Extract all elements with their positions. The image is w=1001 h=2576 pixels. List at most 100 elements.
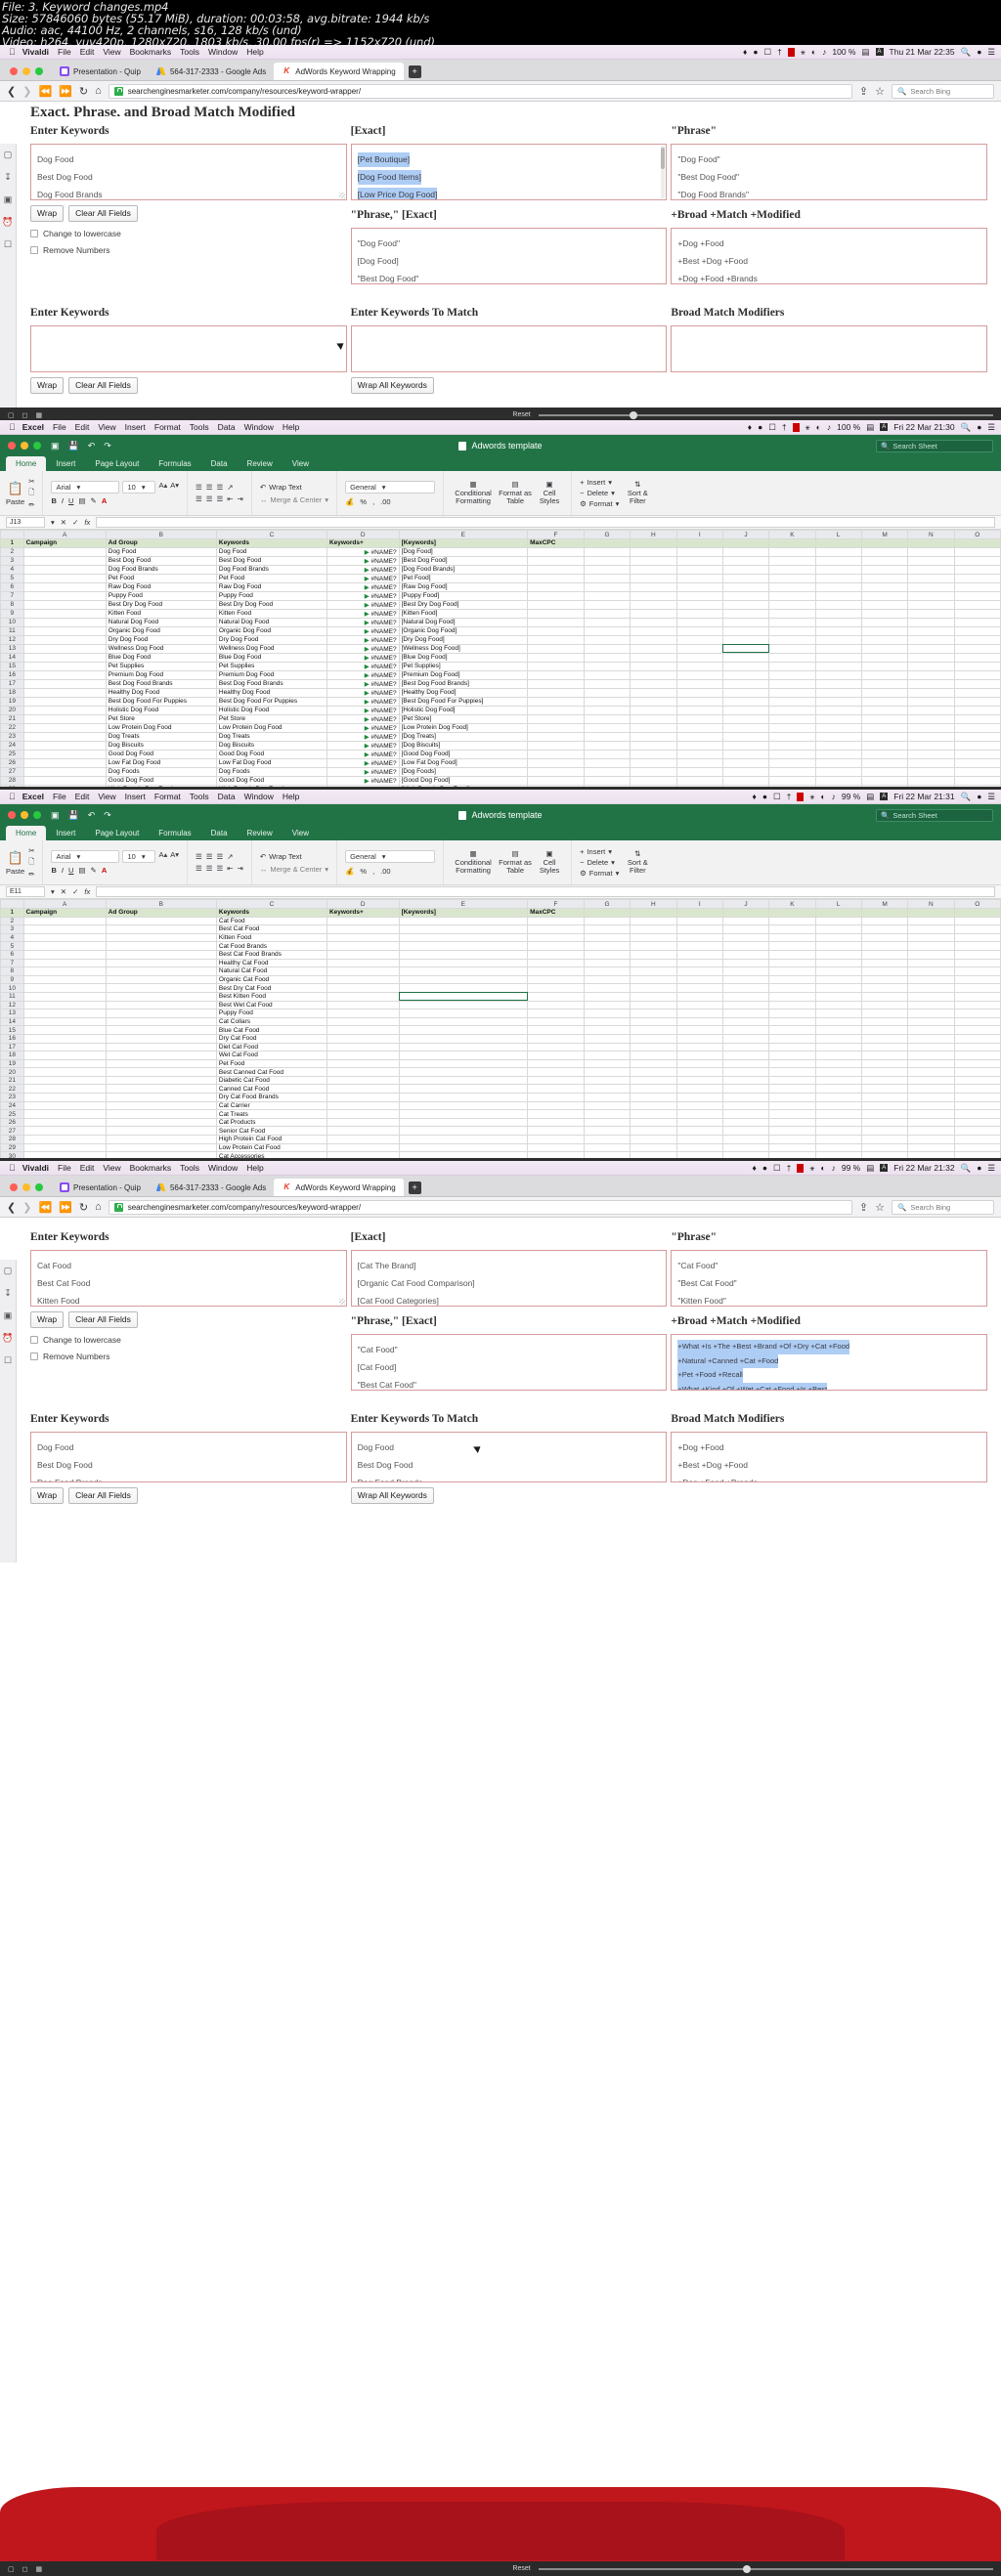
cell[interactable]	[527, 581, 585, 592]
cell[interactable]	[105, 1109, 217, 1119]
cell[interactable]	[22, 1135, 107, 1144]
cell[interactable]	[583, 1033, 631, 1044]
cell[interactable]: ▶ #NAME?	[326, 722, 400, 733]
cell[interactable]	[398, 991, 529, 1002]
cell[interactable]	[527, 991, 585, 1002]
cell[interactable]	[860, 932, 909, 943]
cell[interactable]	[768, 1025, 816, 1035]
cell[interactable]	[527, 678, 585, 689]
cell[interactable]	[907, 1051, 955, 1060]
cell[interactable]	[860, 608, 909, 619]
cell[interactable]	[326, 1033, 400, 1044]
comma-icon[interactable]: ,	[372, 497, 374, 506]
cell[interactable]	[630, 908, 677, 918]
cell[interactable]	[630, 634, 677, 645]
cell[interactable]	[860, 949, 909, 960]
clear-all-fields-button[interactable]: Clear All Fields	[68, 1311, 138, 1328]
insert-cells-icon[interactable]: +	[580, 847, 584, 856]
cell[interactable]: High Protein Cat Food	[215, 1135, 327, 1144]
cell[interactable]	[527, 916, 585, 926]
cell[interactable]	[22, 722, 107, 733]
cell[interactable]	[583, 932, 631, 943]
wrap-text-label[interactable]: Wrap Text	[269, 852, 302, 861]
cell[interactable]: Pet Store	[105, 713, 217, 724]
cell[interactable]	[398, 1067, 529, 1077]
reload-icon[interactable]: ↻	[79, 1201, 88, 1214]
cell[interactable]	[953, 722, 1001, 733]
cell[interactable]	[721, 687, 770, 698]
menu-view[interactable]: View	[103, 47, 120, 57]
cell[interactable]	[721, 766, 770, 777]
cell[interactable]	[953, 564, 1001, 575]
row-header[interactable]: 14	[0, 1016, 24, 1027]
cell[interactable]	[814, 749, 862, 759]
bell-icon[interactable]: ●	[762, 792, 767, 801]
cell[interactable]	[527, 740, 585, 751]
cell[interactable]: [Low Fat Dog Food]	[398, 757, 529, 768]
cell[interactable]	[675, 1067, 723, 1077]
cell[interactable]	[583, 599, 631, 610]
cell[interactable]	[398, 966, 529, 976]
cell[interactable]	[768, 1016, 816, 1027]
row-header[interactable]: 27	[0, 1126, 24, 1137]
cell[interactable]	[768, 696, 816, 707]
paste-icon[interactable]: 📋	[8, 850, 23, 866]
row-header[interactable]: 3	[0, 924, 24, 934]
cell[interactable]	[105, 974, 217, 985]
cell[interactable]	[814, 1051, 862, 1060]
cell[interactable]	[860, 617, 909, 627]
table-row[interactable]: 2 Dog Food Dog Food ▶ #NAME? [Dog Food]	[0, 546, 1001, 557]
battery-icon[interactable]: ▤	[866, 1163, 874, 1174]
cell[interactable]	[860, 1042, 909, 1052]
browser-toolbar[interactable]: ❮ ❯ ⏪ ⏩ ↻ ⌂ searchenginesmarketer.com/co…	[0, 1197, 1001, 1218]
cell[interactable]	[22, 608, 107, 619]
cell[interactable]	[398, 974, 529, 985]
cell[interactable]	[860, 1067, 909, 1077]
cell[interactable]	[675, 1126, 723, 1137]
textarea-scrollbar[interactable]	[661, 146, 666, 198]
cell[interactable]	[675, 766, 723, 777]
align-center-icon[interactable]: ☰	[206, 494, 213, 503]
cell[interactable]	[22, 1100, 107, 1111]
cell[interactable]: Good Dog Food	[215, 749, 327, 759]
row-header[interactable]: 25	[0, 1109, 24, 1119]
cell[interactable]	[721, 757, 770, 768]
cell[interactable]	[768, 731, 816, 742]
cell[interactable]: ▶ #NAME?	[326, 713, 400, 724]
cell[interactable]	[527, 1117, 585, 1128]
cell[interactable]	[675, 941, 723, 951]
cell[interactable]	[814, 696, 862, 707]
row-header[interactable]: 13	[0, 643, 24, 654]
cell[interactable]	[721, 634, 770, 645]
cell[interactable]	[630, 1058, 677, 1069]
cell[interactable]	[860, 634, 909, 645]
row-header[interactable]: 24	[0, 740, 24, 751]
row-header[interactable]: 21	[0, 1075, 24, 1086]
cell[interactable]	[814, 538, 862, 548]
cell[interactable]	[814, 731, 862, 742]
cell[interactable]	[768, 634, 816, 645]
cell[interactable]: Low Protein Dog Food	[215, 722, 327, 733]
table-row[interactable]: 24 Cat Carrier	[0, 1100, 1001, 1111]
cell[interactable]	[630, 1135, 677, 1144]
vivaldi-side-panel[interactable]: ▢ ↧ ▣ ⏰ ☐ ⚙	[0, 144, 17, 408]
bold-icon[interactable]: B	[51, 496, 56, 505]
cell[interactable]	[22, 634, 107, 645]
cell[interactable]	[675, 1135, 723, 1144]
spotlight-search-icon[interactable]: 🔍	[961, 47, 972, 58]
cell[interactable]: [Raw Dog Food]	[398, 581, 529, 592]
cell[interactable]	[953, 740, 1001, 751]
cell[interactable]	[814, 1000, 862, 1010]
cell[interactable]	[907, 687, 955, 698]
cell[interactable]: Pet Store	[215, 713, 327, 724]
cell[interactable]	[527, 966, 585, 976]
macos-menubar-vivaldi-2[interactable]:  Vivaldi File Edit View Bookmarks Tools…	[0, 1161, 1001, 1176]
cell[interactable]	[527, 757, 585, 768]
cell[interactable]	[527, 573, 585, 583]
dropbox-icon[interactable]: ♦	[743, 47, 747, 57]
table-row[interactable]: 22 Canned Cat Food	[0, 1084, 1001, 1095]
cell[interactable]	[22, 991, 107, 1002]
cell[interactable]	[630, 538, 677, 548]
cell[interactable]: ▶ #NAME?	[326, 705, 400, 715]
cell[interactable]	[768, 608, 816, 619]
